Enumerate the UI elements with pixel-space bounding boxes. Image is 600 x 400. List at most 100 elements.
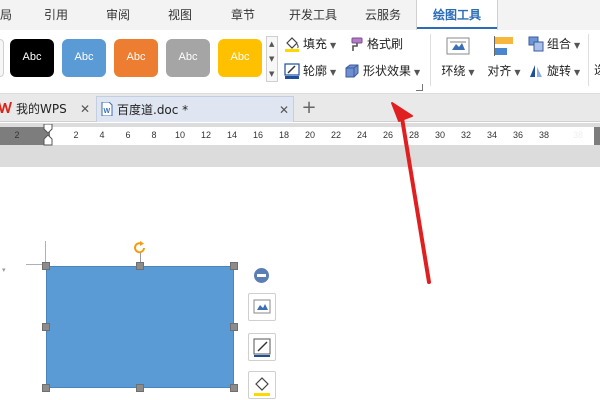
shape-effects-cube-icon — [345, 64, 359, 77]
close-icon[interactable]: ✕ — [80, 97, 90, 121]
indent-marker-icon[interactable] — [43, 124, 53, 146]
rotate-button[interactable]: 旋转 ▼ — [528, 61, 580, 81]
ruler-number: 20 — [304, 130, 315, 140]
new-tab-plus-icon[interactable]: + — [300, 96, 318, 120]
expand-gallery-icon: ▼ — [269, 70, 275, 78]
ruler-number: 34 — [486, 130, 497, 140]
outline-button[interactable]: 轮廓 ▼ — [284, 61, 336, 81]
tab-drawing-tools[interactable]: 绘图工具 — [416, 0, 498, 31]
ruler-number: 4 — [99, 130, 105, 140]
resize-handle[interactable] — [136, 262, 144, 270]
tab-layout[interactable]: 局 — [0, 0, 16, 30]
style-gallery-more-button[interactable]: ▲ ▼ ▼ — [266, 36, 278, 82]
ruler-number: 2 — [14, 130, 20, 140]
format-painter-button[interactable]: 格式刷 — [348, 34, 403, 54]
svg-text:W: W — [104, 108, 111, 115]
ruler-number: 26 — [382, 130, 393, 140]
shape-outline-button[interactable] — [248, 333, 276, 361]
resize-handle[interactable] — [230, 384, 238, 392]
collapse-toolbar-button[interactable] — [254, 268, 269, 283]
rotate-icon — [530, 64, 542, 77]
group-label: 组合 — [547, 37, 572, 51]
doc-tab-active-document[interactable]: W 百度道.doc * ✕ — [96, 96, 294, 122]
rotate-label: 旋转 — [547, 64, 572, 78]
menu-tab-bar: 局 引用 审阅 视图 章节 开发工具 云服务 绘图工具 — [0, 0, 600, 31]
close-icon[interactable]: ✕ — [279, 98, 289, 122]
align-button[interactable]: 对齐 ▼ — [482, 34, 526, 90]
ruler-number: 30 — [434, 130, 445, 140]
style-swatch-blue[interactable]: Abc — [62, 39, 106, 77]
group-button[interactable]: 组合 ▼ — [528, 34, 580, 54]
scroll-down-icon: ▼ — [269, 55, 275, 63]
resize-handle[interactable] — [42, 323, 50, 331]
ribbon-separator — [430, 34, 431, 86]
outline-edit-icon — [253, 338, 271, 357]
style-swatch-partial[interactable] — [0, 39, 4, 77]
shape-fill-button[interactable] — [248, 371, 276, 399]
wrap-text-button[interactable]: 环绕 ▼ — [436, 34, 480, 90]
ruler-number: 22 — [330, 130, 341, 140]
style-swatch-gray[interactable]: Abc — [166, 39, 210, 77]
selected-rectangle-shape[interactable] — [46, 266, 234, 388]
tab-chapter[interactable]: 章节 — [224, 0, 262, 30]
document-file-icon: W — [101, 102, 113, 116]
ruler-number: 24 — [356, 130, 367, 140]
style-swatch-black[interactable]: Abc — [10, 39, 54, 77]
ruler-number: 2 — [73, 130, 79, 140]
chevron-down-icon: ▼ — [330, 41, 337, 50]
drawing-tools-ribbon: Abc Abc Abc Abc Abc ▲ ▼ ▼ 填充 ▼ 格式刷 轮廓 ▼ … — [0, 30, 600, 94]
ruler-number: 38 — [572, 130, 583, 140]
wrap-layout-button[interactable] — [248, 293, 276, 321]
style-swatch-gold[interactable]: Abc — [218, 39, 262, 77]
chevron-down-icon: ▼ — [468, 68, 475, 77]
outline-pen-icon — [284, 62, 300, 79]
ribbon-separator — [588, 34, 589, 86]
wps-writer-window: 局 引用 审阅 视图 章节 开发工具 云服务 绘图工具 Abc Abc Abc … — [0, 0, 600, 400]
select-button-partial[interactable]: 选 — [594, 60, 600, 80]
wrap-text-icon — [446, 37, 470, 55]
resize-handle[interactable] — [230, 262, 238, 270]
ruler-number: 28 — [408, 130, 419, 140]
shape-effects-button[interactable]: 形状效果 ▼ — [344, 61, 420, 81]
ruler-number: 38 — [538, 130, 549, 140]
dialog-launcher-icon[interactable] — [416, 84, 423, 91]
ruler-number: 8 — [151, 130, 157, 140]
fill-bucket-icon — [285, 36, 299, 52]
tab-view[interactable]: 视图 — [162, 0, 198, 30]
style-swatch-orange[interactable]: Abc — [114, 39, 158, 77]
shape-effects-label: 形状效果 — [363, 64, 412, 78]
select-label: 选 — [594, 63, 600, 77]
outline-label: 轮廓 — [303, 64, 328, 78]
resize-handle[interactable] — [230, 323, 238, 331]
align-icon — [494, 36, 513, 56]
fill-label: 填充 — [303, 37, 328, 51]
resize-handle[interactable] — [42, 384, 50, 392]
tab-references[interactable]: 引用 — [38, 0, 74, 30]
ruler-number: 32 — [460, 130, 471, 140]
tab-cloud-services[interactable]: 云服务 — [358, 0, 408, 30]
align-label: 对齐 — [487, 64, 512, 78]
ruler-number: 14 — [226, 130, 237, 140]
ruler-number: 6 — [125, 130, 131, 140]
layout-options-icon — [253, 299, 271, 314]
chevron-down-icon: ▼ — [414, 68, 421, 77]
horizontal-ruler[interactable]: 2 2 4 6 8 10 12 14 16 18 20 22 24 26 28 … — [0, 127, 600, 145]
resize-handle[interactable] — [42, 262, 50, 270]
format-painter-label: 格式刷 — [367, 37, 404, 51]
resize-handle[interactable] — [136, 384, 144, 392]
tab-review[interactable]: 审阅 — [100, 0, 136, 30]
ruler-number: 12 — [200, 130, 211, 140]
chevron-down-icon: ▼ — [574, 41, 581, 50]
rotate-handle-icon[interactable] — [132, 240, 148, 256]
tab-developer-tools[interactable]: 开发工具 — [282, 0, 344, 30]
wps-logo-icon — [0, 102, 12, 113]
ruler-number: 16 — [252, 130, 263, 140]
doc-tab-my-wps[interactable]: 我的WPS ✕ — [0, 96, 94, 122]
chevron-down-icon: ▼ — [330, 68, 337, 77]
chevron-down-icon: ▼ — [574, 68, 581, 77]
ruler-number: 10 — [174, 130, 185, 140]
fill-button[interactable]: 填充 ▼ — [284, 34, 336, 54]
doc-tab-label: 我的WPS — [16, 102, 67, 116]
wrap-text-label: 环绕 — [441, 64, 466, 78]
group-icon — [528, 36, 544, 51]
